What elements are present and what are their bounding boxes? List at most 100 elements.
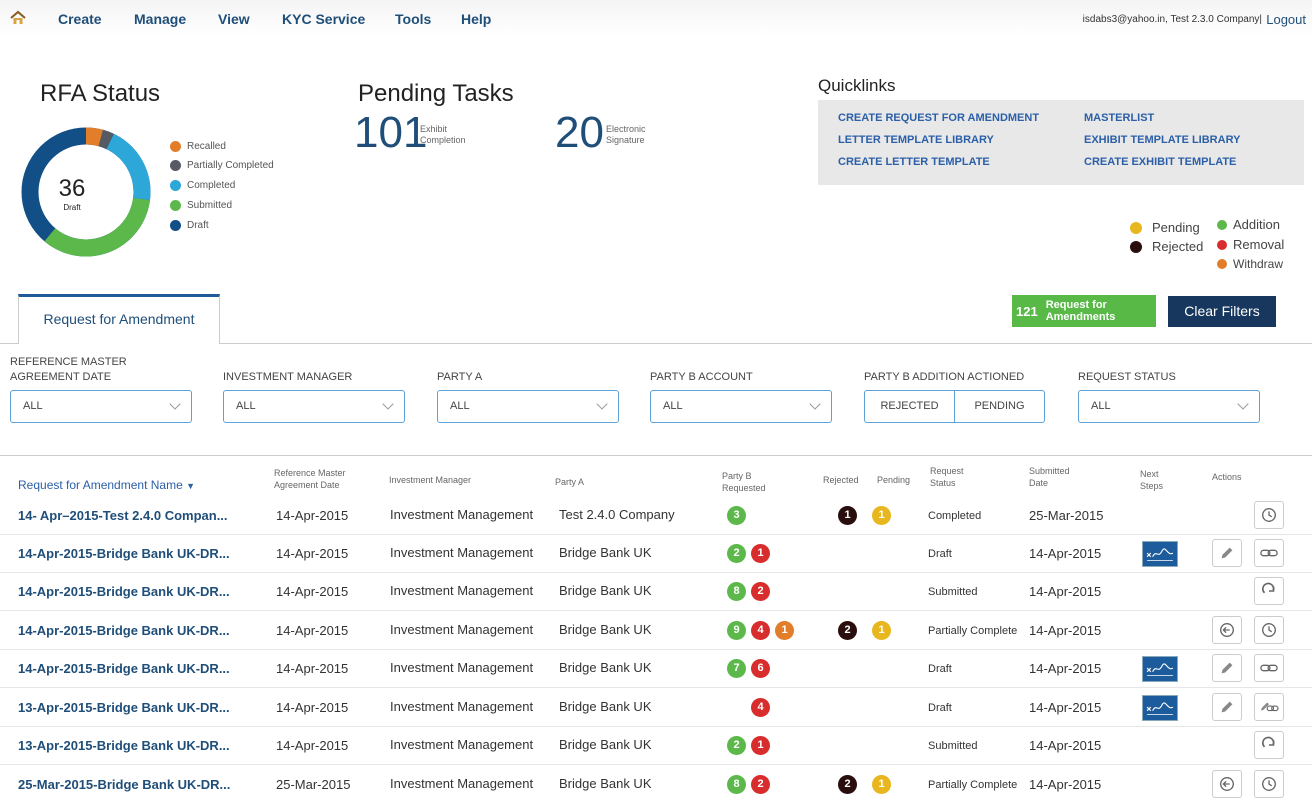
- column-header-pending[interactable]: Pending: [877, 474, 910, 486]
- quicklink-create-letter-template[interactable]: CREATE LETTER TEMPLATE: [838, 156, 990, 168]
- column-header-name[interactable]: Request for Amendment Name ▼: [18, 478, 195, 492]
- edit-icon[interactable]: [1212, 654, 1242, 682]
- table-row[interactable]: 25-Mar-2015-Bridge Bank UK-DR... 25-Mar-2…: [0, 766, 1312, 800]
- row-submitted-date: 14-Apr-2015: [1029, 546, 1102, 561]
- nav-help[interactable]: Help: [461, 11, 491, 27]
- badge-removal[interactable]: 1: [751, 544, 770, 563]
- row-party-a: Bridge Bank UK: [559, 737, 652, 752]
- badge-addition[interactable]: 8: [727, 582, 746, 601]
- recall-icon[interactable]: [1212, 770, 1242, 798]
- row-name-link[interactable]: 14-Apr-2015-Bridge Bank UK-DR...: [18, 584, 230, 599]
- badge-addition[interactable]: 2: [727, 544, 746, 563]
- badge-rejected[interactable]: 2: [838, 621, 857, 640]
- badge-addition[interactable]: 3: [727, 506, 746, 525]
- nav-create[interactable]: Create: [58, 11, 102, 27]
- key-dot: [1217, 259, 1227, 269]
- nav-view[interactable]: View: [218, 11, 250, 27]
- row-investment-manager: Investment Management: [390, 699, 534, 714]
- column-header-investment-manager[interactable]: Investment Manager: [389, 474, 471, 486]
- history-icon[interactable]: [1254, 770, 1284, 798]
- legend-dot: [170, 141, 181, 152]
- filter-request-status-select[interactable]: ALL: [1078, 390, 1260, 423]
- filter-investment-manager-select[interactable]: ALL: [223, 390, 405, 423]
- row-name-link[interactable]: 13-Apr-2015-Bridge Bank UK-DR...: [18, 738, 230, 753]
- signature-icon[interactable]: [1142, 695, 1178, 721]
- signature-icon[interactable]: [1142, 541, 1178, 567]
- column-header-submitted-date[interactable]: Submitted Date: [1029, 465, 1070, 489]
- table-row[interactable]: 13-Apr-2015-Bridge Bank UK-DR... 14-Apr-2…: [0, 727, 1312, 765]
- badge-addition[interactable]: 2: [727, 736, 746, 755]
- electronic-signature-count[interactable]: 20: [555, 108, 604, 158]
- redo-icon[interactable]: [1254, 577, 1284, 605]
- badge-removal[interactable]: 4: [751, 621, 770, 640]
- history-icon[interactable]: [1254, 501, 1284, 529]
- badge-addition[interactable]: 7: [727, 659, 746, 678]
- table-row[interactable]: 14- Apr–2015-Test 2.4.0 Compan... 14-Apr-…: [0, 497, 1312, 535]
- badge-withdraw[interactable]: 1: [775, 621, 794, 640]
- badge-addition[interactable]: 9: [727, 621, 746, 640]
- row-name-link[interactable]: 14- Apr–2015-Test 2.4.0 Compan...: [18, 508, 228, 523]
- home-icon[interactable]: [10, 10, 26, 26]
- quicklink-masterlist[interactable]: MASTERLIST: [1084, 112, 1154, 124]
- link-icon[interactable]: [1254, 539, 1284, 567]
- table-row[interactable]: 13-Apr-2015-Bridge Bank UK-DR... 14-Apr-2…: [0, 689, 1312, 727]
- badge-rejected[interactable]: 1: [838, 506, 857, 525]
- history-icon[interactable]: [1254, 616, 1284, 644]
- table-row[interactable]: 14-Apr-2015-Bridge Bank UK-DR... 14-Apr-2…: [0, 612, 1312, 650]
- key-addition: Addition: [1217, 217, 1280, 232]
- row-name-link[interactable]: 13-Apr-2015-Bridge Bank UK-DR...: [18, 700, 230, 715]
- edit-icon[interactable]: [1212, 539, 1242, 567]
- column-header-actions: Actions: [1212, 472, 1242, 482]
- badge-removal[interactable]: 2: [751, 775, 770, 794]
- badge-removal[interactable]: 6: [751, 659, 770, 678]
- column-header-party-b[interactable]: Party B Requested: [722, 470, 766, 494]
- column-header-party-a[interactable]: Party A: [555, 476, 584, 488]
- badge-removal[interactable]: 2: [751, 582, 770, 601]
- badge-removal[interactable]: 4: [751, 698, 770, 717]
- badge-removal[interactable]: 1: [751, 736, 770, 755]
- table-row[interactable]: 14-Apr-2015-Bridge Bank UK-DR... 14-Apr-2…: [0, 650, 1312, 688]
- recall-icon[interactable]: [1212, 616, 1242, 644]
- row-name-link[interactable]: 14-Apr-2015-Bridge Bank UK-DR...: [18, 661, 230, 676]
- badge-pending[interactable]: 1: [872, 506, 891, 525]
- badge-pending[interactable]: 1: [872, 621, 891, 640]
- badge-pending[interactable]: 1: [872, 775, 891, 794]
- legend-recalled: Recalled: [170, 141, 226, 152]
- clear-filters-button[interactable]: Clear Filters: [1168, 296, 1276, 327]
- redo-icon[interactable]: [1254, 731, 1284, 759]
- filter-party-a-select[interactable]: ALL: [437, 390, 619, 423]
- toggle-rejected[interactable]: REJECTED: [865, 391, 955, 422]
- quicklink-create-exhibit-template[interactable]: CREATE EXHIBIT TEMPLATE: [1084, 156, 1236, 168]
- row-name-link[interactable]: 14-Apr-2015-Bridge Bank UK-DR...: [18, 623, 230, 638]
- rfa-count: 121: [1016, 303, 1038, 319]
- exhibit-completion-count[interactable]: 101: [354, 108, 427, 158]
- signature-icon[interactable]: [1142, 656, 1178, 682]
- chevron-down-icon: [169, 398, 181, 410]
- row-name-link[interactable]: 14-Apr-2015-Bridge Bank UK-DR...: [18, 546, 230, 561]
- tab-request-for-amendment[interactable]: Request for Amendment: [18, 294, 220, 344]
- badge-rejected[interactable]: 2: [838, 775, 857, 794]
- logout-link[interactable]: Logout: [1266, 12, 1306, 27]
- filter-ref-date-select[interactable]: ALL: [10, 390, 192, 423]
- link-icon[interactable]: [1254, 654, 1284, 682]
- edit-icon[interactable]: [1212, 693, 1242, 721]
- row-name-link[interactable]: 25-Mar-2015-Bridge Bank UK-DR...: [18, 777, 230, 792]
- table-row[interactable]: 14-Apr-2015-Bridge Bank UK-DR... 14-Apr-2…: [0, 573, 1312, 611]
- nav-tools[interactable]: Tools: [395, 11, 431, 27]
- quicklink-letter-template-library[interactable]: LETTER TEMPLATE LIBRARY: [838, 134, 994, 146]
- edit-link-icon[interactable]: [1254, 693, 1284, 721]
- table-row[interactable]: 14-Apr-2015-Bridge Bank UK-DR... 14-Apr-2…: [0, 535, 1312, 573]
- quicklink-create-rfa[interactable]: CREATE REQUEST FOR AMENDMENT: [838, 112, 1039, 124]
- nav-manage[interactable]: Manage: [134, 11, 186, 27]
- rfa-count-button[interactable]: 121 Request for Amendments: [1012, 295, 1156, 327]
- rfa-status-donut[interactable]: 36 Draft: [20, 126, 152, 258]
- row-investment-manager: Investment Management: [390, 583, 534, 598]
- column-header-request-status[interactable]: Request Status: [930, 465, 964, 489]
- nav-kyc-service[interactable]: KYC Service: [282, 11, 365, 27]
- quicklink-exhibit-template-library[interactable]: EXHIBIT TEMPLATE LIBRARY: [1084, 134, 1240, 146]
- toggle-pending[interactable]: PENDING: [955, 391, 1044, 422]
- badge-addition[interactable]: 8: [727, 775, 746, 794]
- filter-party-b-account-select[interactable]: ALL: [650, 390, 832, 423]
- column-header-rejected[interactable]: Rejected: [823, 474, 859, 486]
- column-header-ref-date[interactable]: Reference Master Agreement Date: [274, 467, 346, 491]
